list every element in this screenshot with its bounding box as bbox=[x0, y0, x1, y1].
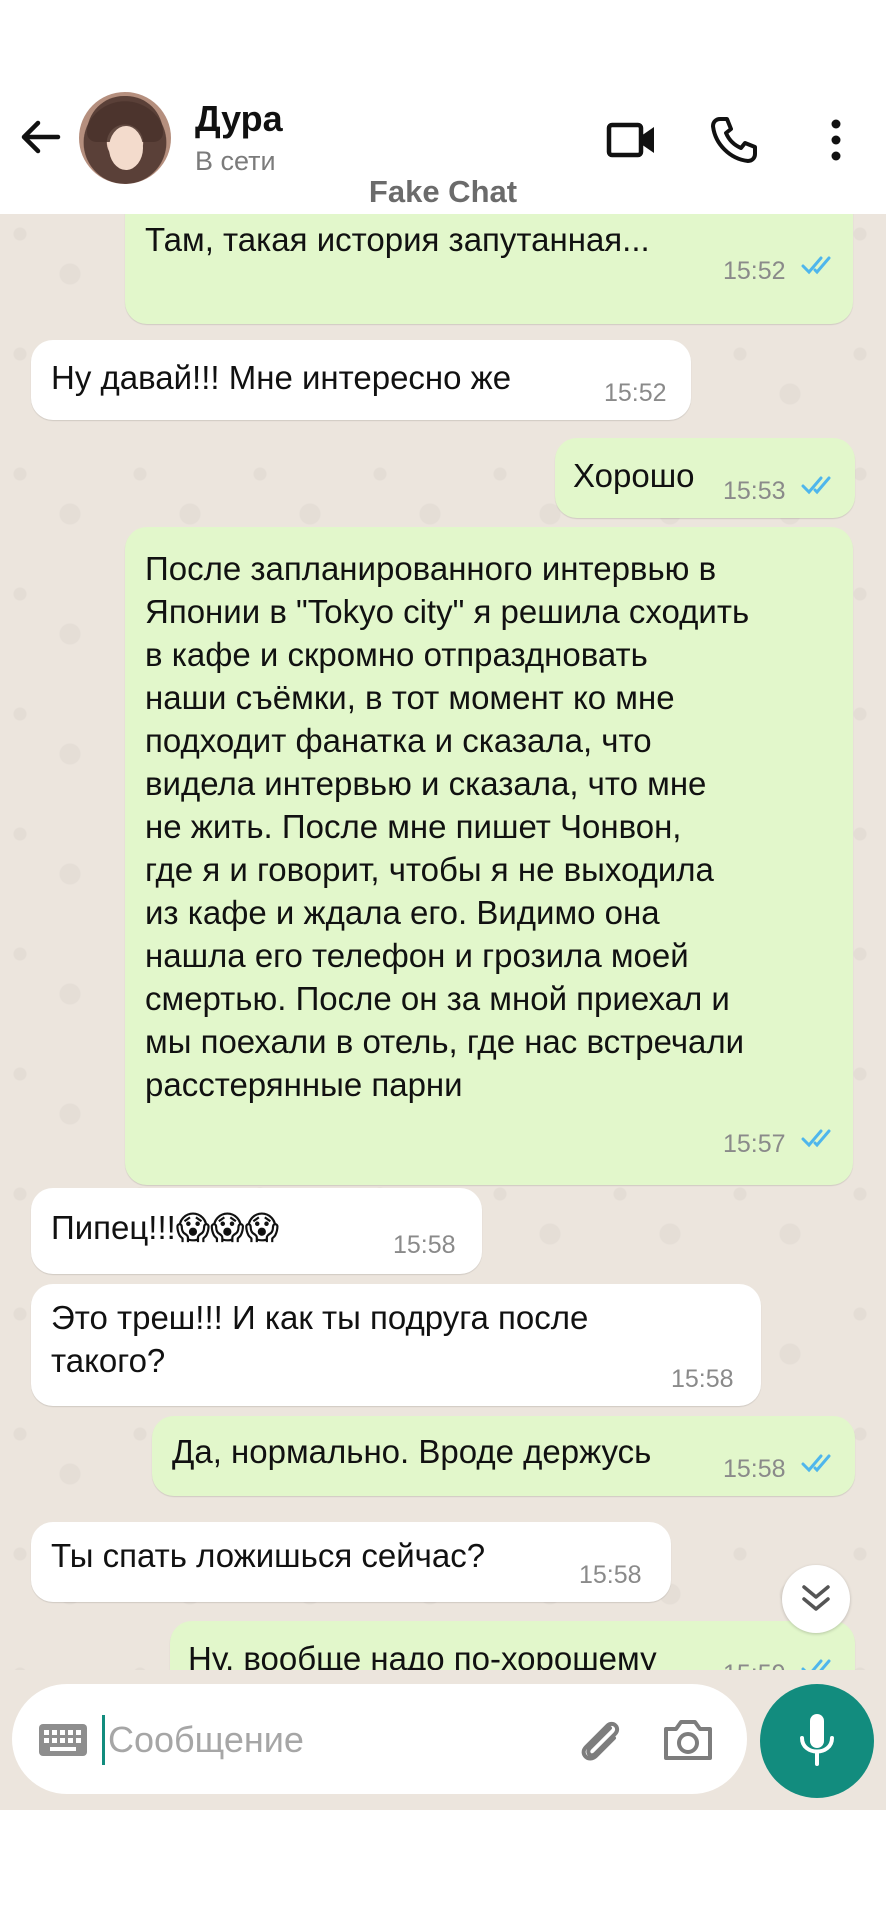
composer-bar bbox=[0, 1670, 886, 1810]
phone-call-icon[interactable] bbox=[706, 112, 762, 168]
scroll-down-icon bbox=[802, 1585, 830, 1611]
message-time: 15:57 bbox=[723, 1130, 786, 1158]
message-bubble-incoming[interactable]: Ты спать ложишься сейчас? 15:58 bbox=[31, 1522, 671, 1602]
message-time: 15:58 bbox=[579, 1561, 642, 1589]
message-time: 15:59 bbox=[723, 1653, 786, 1670]
contact-status: В сети bbox=[195, 146, 276, 176]
chat-area[interactable]: Там, такая история запутанная... 15:52 Н… bbox=[0, 214, 886, 1670]
keyboard-icon[interactable] bbox=[38, 1722, 88, 1758]
message-time: 15:58 bbox=[671, 1365, 734, 1393]
voice-record-button[interactable] bbox=[760, 1684, 874, 1798]
message-input[interactable] bbox=[108, 1712, 538, 1768]
avatar[interactable] bbox=[79, 92, 171, 184]
message-bubble-incoming[interactable]: Пипец!!!😱😱😱 15:58 bbox=[31, 1188, 482, 1274]
message-time: 15:53 bbox=[723, 477, 786, 505]
watermark: Fake Chat bbox=[368, 174, 518, 209]
scroll-down-button[interactable] bbox=[782, 1565, 850, 1633]
message-bubble-outgoing[interactable]: Хорошо 15:53 bbox=[555, 438, 855, 518]
avatar-face bbox=[109, 126, 143, 170]
message-time: 15:58 bbox=[393, 1231, 456, 1259]
message-bubble-outgoing[interactable]: После запланированного интервью в Японии… bbox=[125, 527, 853, 1185]
message-text: Пипец!!!😱😱😱 bbox=[51, 1209, 279, 1246]
message-text: Хорошо bbox=[573, 457, 695, 494]
message-text: Ты спать ложишься сейчас? bbox=[51, 1537, 486, 1574]
message-time: 15:52 bbox=[723, 257, 786, 285]
read-ticks-icon bbox=[801, 1129, 831, 1148]
video-call-icon[interactable] bbox=[604, 112, 660, 168]
message-bubble-outgoing[interactable]: Да, нормально. Вроде держусь 15:58 bbox=[152, 1416, 855, 1496]
read-ticks-icon bbox=[801, 476, 831, 495]
camera-icon[interactable] bbox=[660, 1712, 716, 1768]
message-text: Это треш!!! И как ты подруга после таког… bbox=[51, 1299, 589, 1379]
message-bubble-incoming[interactable]: Ну давай!!! Мне интересно же 15:52 bbox=[31, 340, 691, 420]
text-cursor bbox=[102, 1715, 105, 1765]
attach-icon[interactable] bbox=[572, 1712, 628, 1768]
message-bubble-outgoing[interactable]: Ну, вообще надо по-хорошему 15:59 bbox=[170, 1621, 855, 1670]
message-bubble-incoming[interactable]: Это треш!!! И как ты подруга после таког… bbox=[31, 1284, 761, 1406]
message-text: Ну, вообще надо по-хорошему bbox=[188, 1640, 657, 1670]
read-ticks-icon bbox=[801, 1454, 831, 1473]
mic-icon bbox=[800, 1714, 834, 1766]
message-text: Ну давай!!! Мне интересно же bbox=[51, 359, 512, 396]
read-ticks-icon bbox=[801, 256, 831, 275]
message-bubble-outgoing[interactable]: Там, такая история запутанная... 15:52 bbox=[125, 214, 853, 324]
message-text: Да, нормально. Вроде держусь bbox=[172, 1433, 652, 1470]
bottom-area bbox=[0, 1810, 886, 1920]
read-ticks-icon bbox=[801, 1659, 831, 1670]
message-input-container[interactable] bbox=[12, 1684, 747, 1794]
message-time: 15:52 bbox=[604, 379, 667, 407]
message-time: 15:58 bbox=[723, 1455, 786, 1483]
more-options-icon[interactable] bbox=[816, 112, 856, 168]
message-text: Там, такая история запутанная... bbox=[145, 221, 650, 258]
message-text: После запланированного интервью в Японии… bbox=[145, 550, 750, 1103]
contact-name[interactable]: Дура bbox=[195, 98, 283, 140]
back-arrow-icon[interactable] bbox=[16, 112, 66, 162]
